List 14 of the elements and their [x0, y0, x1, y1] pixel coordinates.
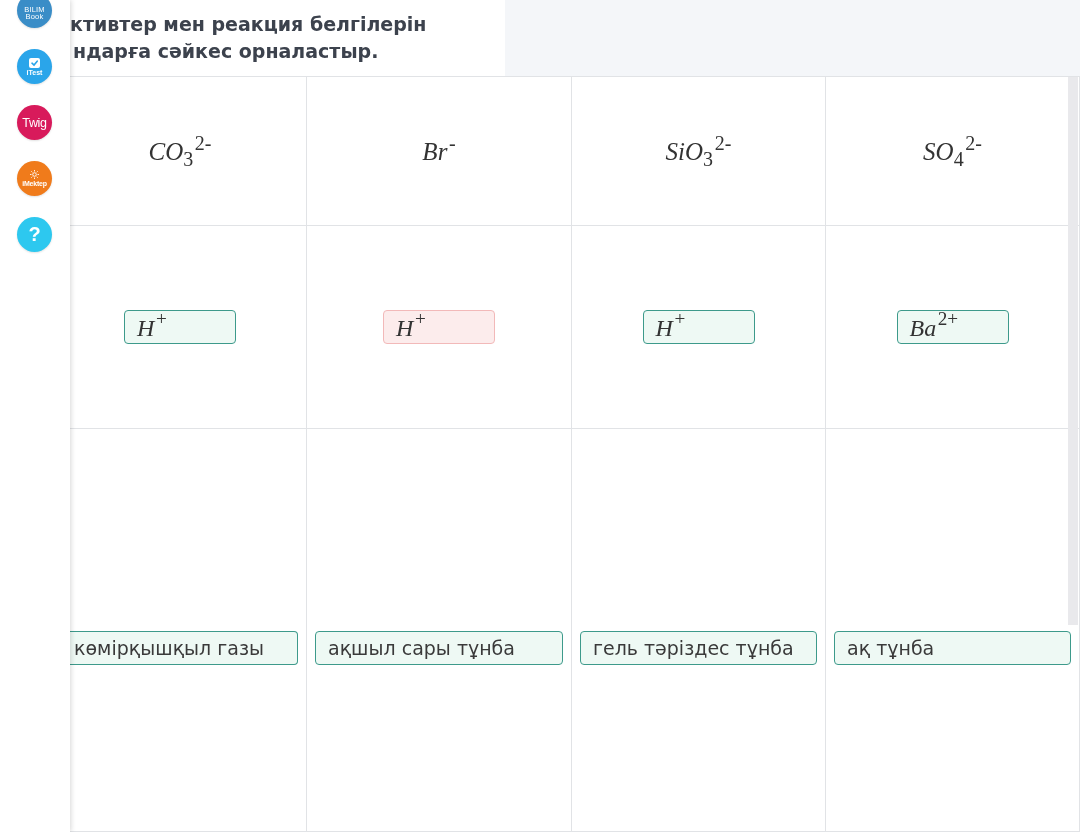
result-chip[interactable]: ақ тұнба: [834, 631, 1071, 665]
result-chip[interactable]: гель тәріздес тұнба: [580, 631, 817, 665]
app-logo-button[interactable]: Twig: [17, 105, 52, 140]
scrollbar[interactable]: [1068, 77, 1078, 625]
result-chip[interactable]: көмірқышқыл газы: [70, 631, 298, 665]
check-icon: [29, 57, 40, 68]
reagent-chip[interactable]: H$^{+}$: [642, 310, 755, 344]
reagent-chip[interactable]: H$^{+}$: [124, 310, 236, 344]
ion-formula: Br$^{-}$: [422, 138, 456, 166]
result-chip[interactable]: ақшыл сары тұнба: [315, 631, 563, 665]
question-text: ктивтер мен реакция белгілерін ндарға сәйкес орналастыр.: [70, 12, 427, 64]
reagent-chip[interactable]: H$^{+}$: [383, 310, 495, 344]
reagent-chip[interactable]: Ba$^{2+}$: [896, 310, 1009, 344]
sun-icon: [30, 170, 39, 179]
